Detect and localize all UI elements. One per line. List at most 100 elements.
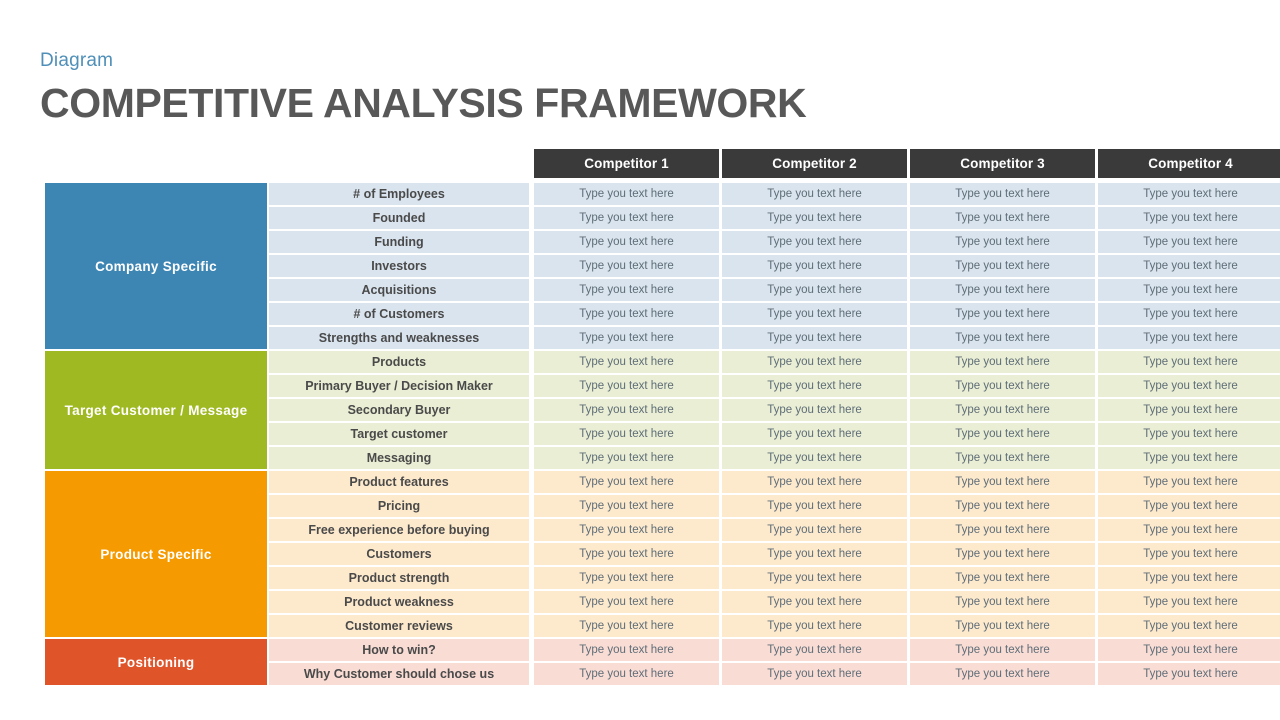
cell-competitor-4[interactable]: Type you text here [1098,255,1280,277]
cell-competitor-4[interactable]: Type you text here [1098,471,1280,493]
cell-competitor-1[interactable]: Type you text here [534,591,719,613]
cell-competitor-4[interactable]: Type you text here [1098,183,1280,205]
column-header-competitor-1[interactable]: Competitor 1 [534,149,719,178]
cell-competitor-2[interactable]: Type you text here [722,231,907,253]
attribute-label[interactable]: Why Customer should chose us [269,663,529,685]
cell-competitor-2[interactable]: Type you text here [722,591,907,613]
attribute-label[interactable]: Pricing [269,495,529,517]
cell-competitor-1[interactable]: Type you text here [534,303,719,325]
cell-competitor-2[interactable]: Type you text here [722,399,907,421]
cell-competitor-3[interactable]: Type you text here [910,207,1095,229]
cell-competitor-4[interactable]: Type you text here [1098,639,1280,661]
cell-competitor-2[interactable]: Type you text here [722,183,907,205]
cell-competitor-3[interactable]: Type you text here [910,591,1095,613]
cell-competitor-4[interactable]: Type you text here [1098,615,1280,637]
cell-competitor-3[interactable]: Type you text here [910,471,1095,493]
column-header-competitor-4[interactable]: Competitor 4 [1098,149,1280,178]
attribute-label[interactable]: Customers [269,543,529,565]
cell-competitor-1[interactable]: Type you text here [534,519,719,541]
cell-competitor-2[interactable]: Type you text here [722,639,907,661]
cell-competitor-1[interactable]: Type you text here [534,543,719,565]
attribute-label[interactable]: # of Employees [269,183,529,205]
cell-competitor-4[interactable]: Type you text here [1098,543,1280,565]
cell-competitor-2[interactable]: Type you text here [722,519,907,541]
cell-competitor-2[interactable]: Type you text here [722,255,907,277]
cell-competitor-1[interactable]: Type you text here [534,207,719,229]
cell-competitor-4[interactable]: Type you text here [1098,207,1280,229]
cell-competitor-2[interactable]: Type you text here [722,327,907,349]
attribute-label[interactable]: Investors [269,255,529,277]
cell-competitor-4[interactable]: Type you text here [1098,567,1280,589]
cell-competitor-3[interactable]: Type you text here [910,543,1095,565]
cell-competitor-4[interactable]: Type you text here [1098,327,1280,349]
cell-competitor-4[interactable]: Type you text here [1098,423,1280,445]
cell-competitor-2[interactable]: Type you text here [722,567,907,589]
cell-competitor-3[interactable]: Type you text here [910,255,1095,277]
attribute-label[interactable]: Product features [269,471,529,493]
cell-competitor-1[interactable]: Type you text here [534,375,719,397]
cell-competitor-1[interactable]: Type you text here [534,183,719,205]
column-header-competitor-2[interactable]: Competitor 2 [722,149,907,178]
attribute-label[interactable]: Products [269,351,529,373]
cell-competitor-2[interactable]: Type you text here [722,615,907,637]
cell-competitor-4[interactable]: Type you text here [1098,375,1280,397]
attribute-label[interactable]: Messaging [269,447,529,469]
cell-competitor-4[interactable]: Type you text here [1098,231,1280,253]
cell-competitor-1[interactable]: Type you text here [534,567,719,589]
cell-competitor-4[interactable]: Type you text here [1098,591,1280,613]
cell-competitor-3[interactable]: Type you text here [910,447,1095,469]
cell-competitor-4[interactable]: Type you text here [1098,399,1280,421]
cell-competitor-1[interactable]: Type you text here [534,327,719,349]
category-label-positioning[interactable]: Positioning [45,639,267,685]
cell-competitor-3[interactable]: Type you text here [910,303,1095,325]
cell-competitor-2[interactable]: Type you text here [722,279,907,301]
attribute-label[interactable]: Primary Buyer / Decision Maker [269,375,529,397]
cell-competitor-3[interactable]: Type you text here [910,663,1095,685]
category-label-product-specific[interactable]: Product Specific [45,471,267,637]
cell-competitor-3[interactable]: Type you text here [910,327,1095,349]
cell-competitor-3[interactable]: Type you text here [910,375,1095,397]
attribute-label[interactable]: Free experience before buying [269,519,529,541]
cell-competitor-2[interactable]: Type you text here [722,663,907,685]
cell-competitor-4[interactable]: Type you text here [1098,351,1280,373]
attribute-label[interactable]: Funding [269,231,529,253]
cell-competitor-4[interactable]: Type you text here [1098,663,1280,685]
cell-competitor-3[interactable]: Type you text here [910,615,1095,637]
cell-competitor-2[interactable]: Type you text here [722,495,907,517]
cell-competitor-2[interactable]: Type you text here [722,375,907,397]
cell-competitor-4[interactable]: Type you text here [1098,303,1280,325]
cell-competitor-1[interactable]: Type you text here [534,663,719,685]
cell-competitor-3[interactable]: Type you text here [910,399,1095,421]
attribute-label[interactable]: Founded [269,207,529,229]
cell-competitor-1[interactable]: Type you text here [534,255,719,277]
attribute-label[interactable]: Product strength [269,567,529,589]
cell-competitor-4[interactable]: Type you text here [1098,279,1280,301]
cell-competitor-2[interactable]: Type you text here [722,543,907,565]
cell-competitor-2[interactable]: Type you text here [722,351,907,373]
cell-competitor-2[interactable]: Type you text here [722,207,907,229]
attribute-label[interactable]: Acquisitions [269,279,529,301]
cell-competitor-1[interactable]: Type you text here [534,447,719,469]
cell-competitor-1[interactable]: Type you text here [534,351,719,373]
cell-competitor-3[interactable]: Type you text here [910,495,1095,517]
cell-competitor-3[interactable]: Type you text here [910,351,1095,373]
attribute-label[interactable]: How to win? [269,639,529,661]
cell-competitor-4[interactable]: Type you text here [1098,495,1280,517]
cell-competitor-1[interactable]: Type you text here [534,423,719,445]
cell-competitor-2[interactable]: Type you text here [722,471,907,493]
cell-competitor-4[interactable]: Type you text here [1098,447,1280,469]
cell-competitor-3[interactable]: Type you text here [910,519,1095,541]
cell-competitor-1[interactable]: Type you text here [534,231,719,253]
cell-competitor-2[interactable]: Type you text here [722,423,907,445]
cell-competitor-3[interactable]: Type you text here [910,231,1095,253]
cell-competitor-3[interactable]: Type you text here [910,183,1095,205]
cell-competitor-1[interactable]: Type you text here [534,279,719,301]
cell-competitor-4[interactable]: Type you text here [1098,519,1280,541]
cell-competitor-3[interactable]: Type you text here [910,567,1095,589]
cell-competitor-1[interactable]: Type you text here [534,471,719,493]
cell-competitor-1[interactable]: Type you text here [534,615,719,637]
cell-competitor-2[interactable]: Type you text here [722,447,907,469]
cell-competitor-3[interactable]: Type you text here [910,639,1095,661]
cell-competitor-1[interactable]: Type you text here [534,495,719,517]
cell-competitor-3[interactable]: Type you text here [910,423,1095,445]
